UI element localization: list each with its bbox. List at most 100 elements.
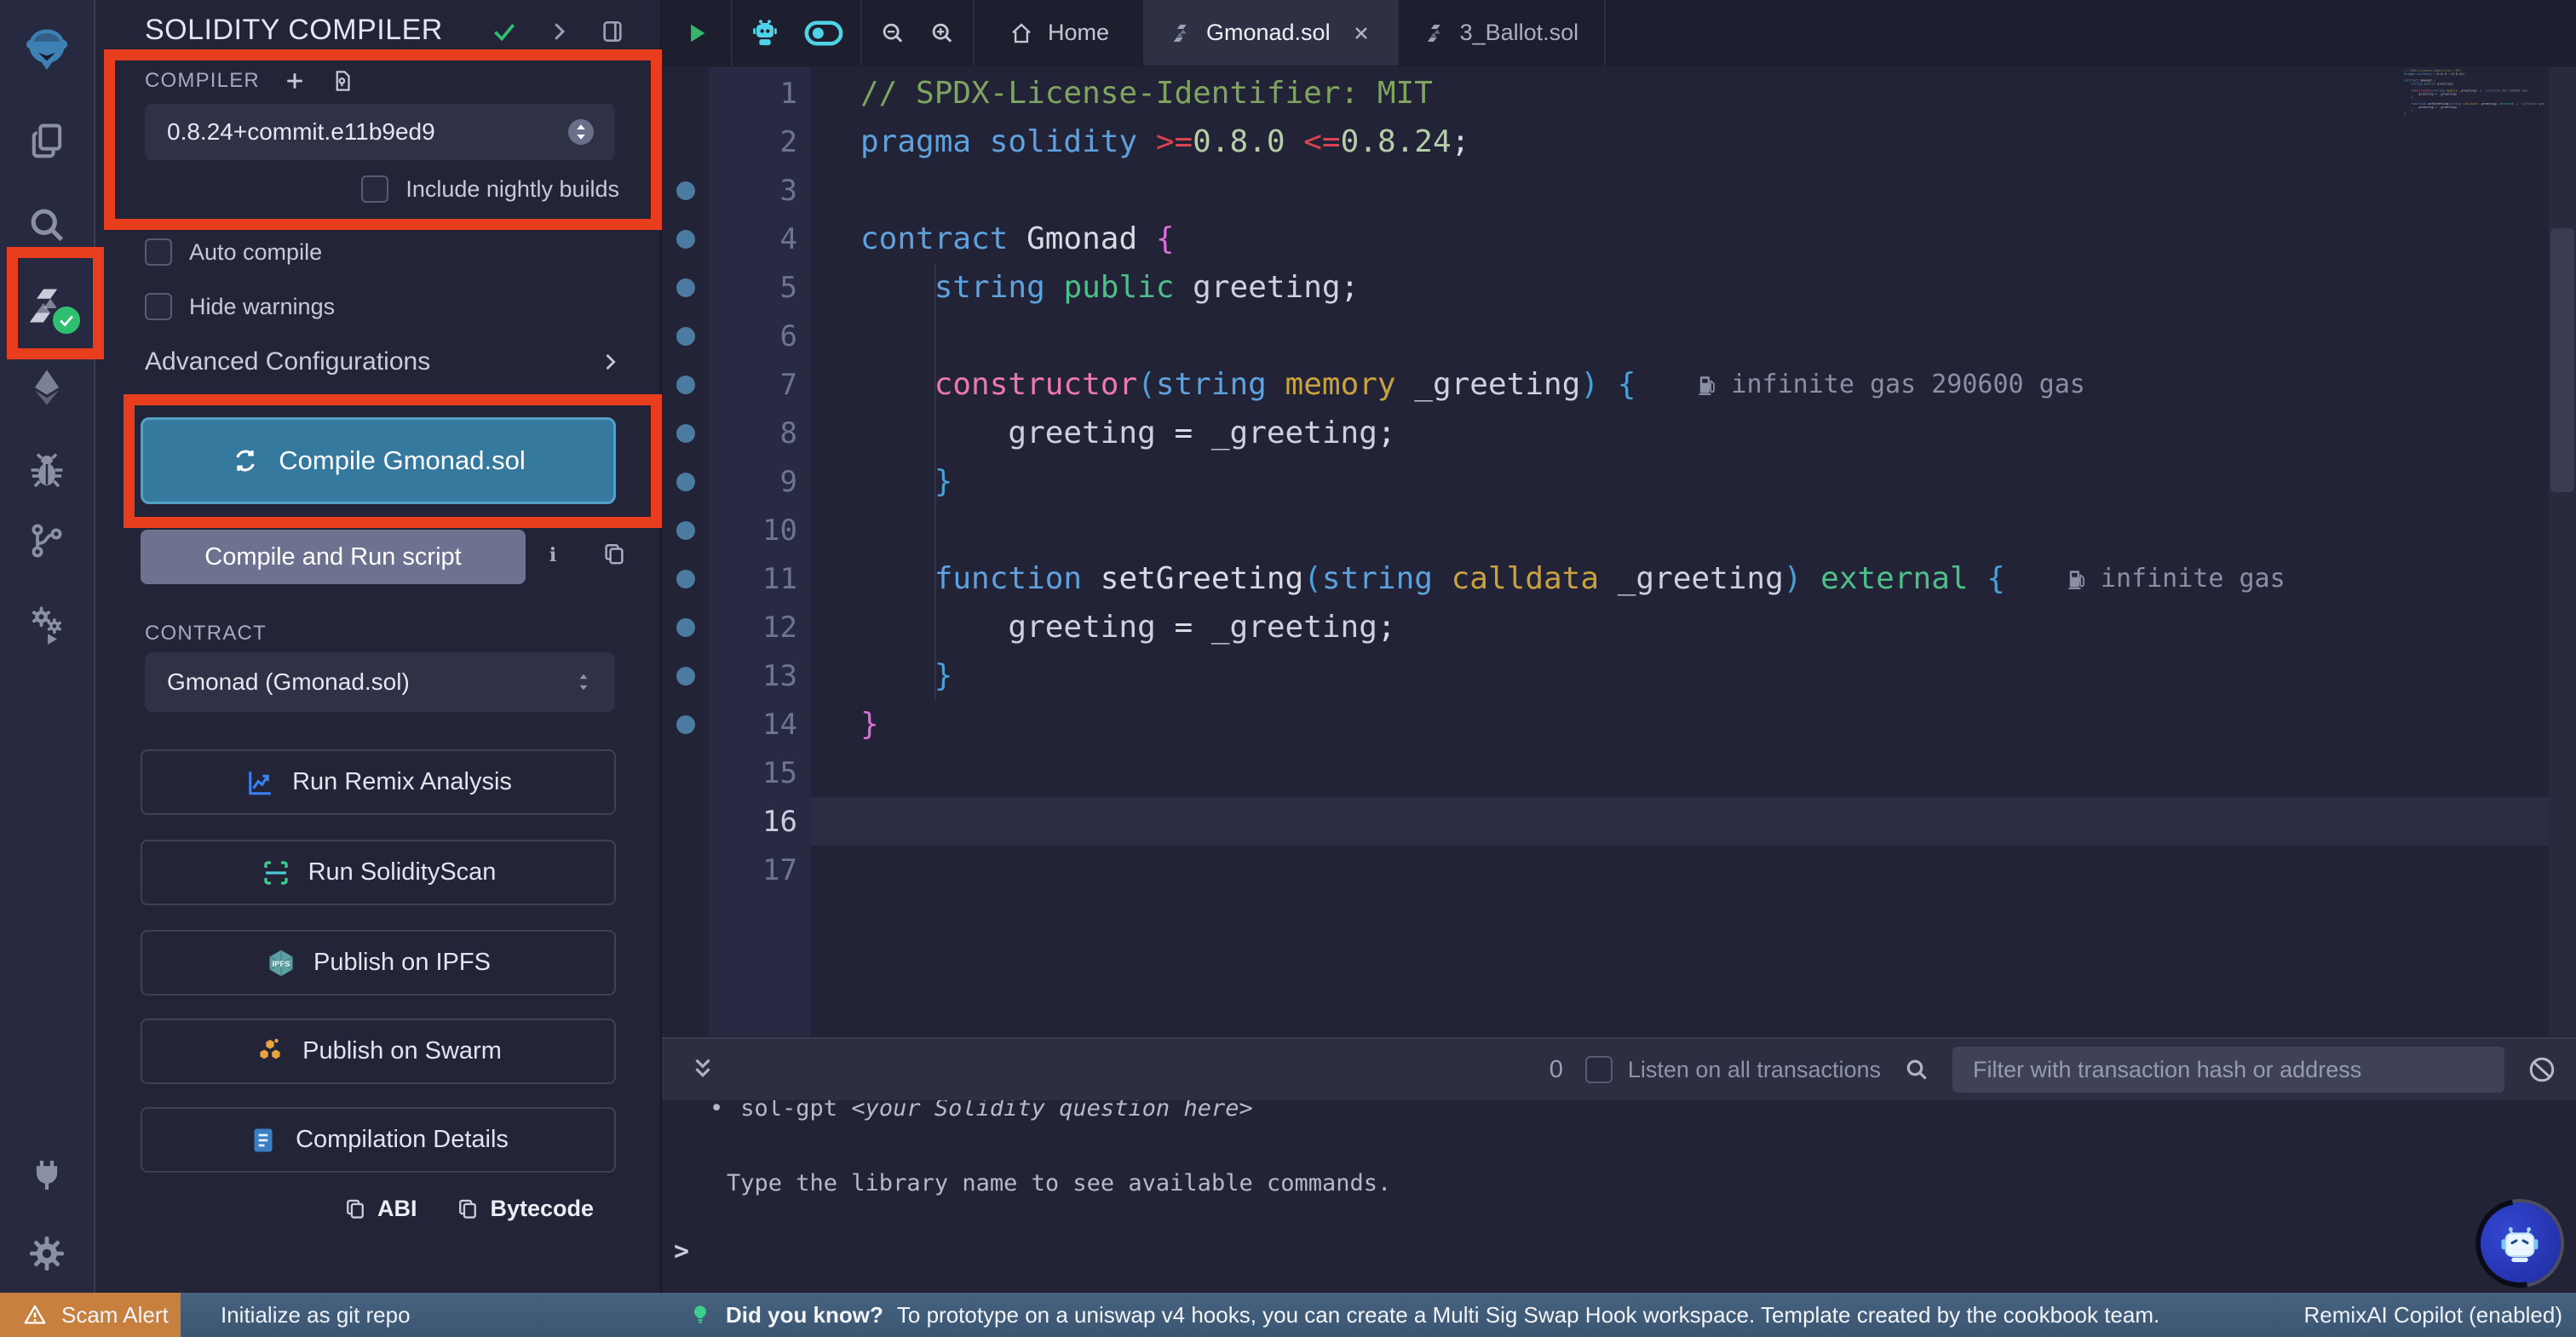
line-number: 11 — [709, 562, 811, 596]
terminal[interactable]: •sol-gpt <your Solidity question here> T… — [662, 1100, 2576, 1293]
listen-checkbox[interactable] — [1585, 1056, 1613, 1083]
hide-warnings-checkbox-row[interactable]: Hide warnings — [145, 293, 335, 320]
code-line-14[interactable]: 14} — [662, 700, 2576, 749]
code-line-6[interactable]: 6 — [662, 312, 2576, 360]
scrollbar-thumb[interactable] — [2550, 228, 2574, 492]
sidebar-item-script-runner[interactable] — [0, 583, 94, 665]
code-line-12[interactable]: 12 greeting = _greeting; — [662, 603, 2576, 651]
run-remix-analysis-button[interactable]: Run Remix Analysis — [141, 749, 616, 815]
gutter-dot — [662, 376, 709, 394]
sidebar-item-plugin-manager[interactable] — [0, 1135, 94, 1217]
copy-icon[interactable] — [601, 542, 627, 567]
clear-console-icon[interactable] — [2527, 1054, 2557, 1085]
sidebar-item-deploy-run[interactable] — [0, 347, 94, 428]
code-line-11[interactable]: 11 function setGreeting(string calldata … — [662, 554, 2576, 603]
code-line-9[interactable]: 9 } — [662, 457, 2576, 506]
line-number: 14 — [709, 708, 811, 742]
info-icon[interactable]: i — [540, 542, 566, 567]
run-solidityscan-button[interactable]: Run SolidityScan — [141, 840, 616, 905]
code-line-2[interactable]: 2pragma solidity >=0.8.0 <=0.8.24; — [662, 118, 2576, 166]
include-nightly-checkbox-row[interactable]: Include nightly builds — [361, 175, 619, 203]
zoom-in-icon[interactable] — [929, 20, 955, 46]
line-number: 17 — [709, 853, 811, 887]
run-script-button[interactable] — [662, 0, 733, 66]
abi-bytecode-row: ABI Bytecode — [343, 1196, 594, 1222]
terminal-prompt[interactable]: > — [674, 1237, 689, 1266]
close-icon[interactable] — [1351, 23, 1371, 43]
sidebar-item-debugger[interactable] — [0, 429, 94, 511]
gutter-dot — [662, 327, 709, 346]
minimap[interactable]: // SPDX-License-Identifier: MITpragma so… — [2404, 69, 2549, 273]
abi-label: ABI — [377, 1196, 417, 1222]
terminal-command-hint: <your Solidity question here> — [851, 1100, 1252, 1122]
listen-all-transactions[interactable]: Listen on all transactions — [1585, 1056, 1881, 1083]
svg-text:i: i — [549, 544, 557, 566]
sidebar-item-search[interactable] — [0, 184, 94, 266]
copilot-status[interactable]: RemixAI Copilot (enabled) — [2304, 1302, 2562, 1328]
code-line-10[interactable]: 10 — [662, 506, 2576, 554]
ethereum-icon — [25, 365, 69, 410]
compile-button[interactable]: Compile Gmonad.sol — [141, 417, 616, 504]
contract-select[interactable]: Gmonad (Gmonad.sol) — [145, 652, 615, 712]
git-init-button[interactable]: Initialize as git repo — [221, 1302, 411, 1328]
hide-warnings-checkbox[interactable] — [145, 293, 172, 320]
auto-compile-checkbox-row[interactable]: Auto compile — [145, 238, 322, 266]
publish-ipfs-button[interactable]: IPFS Publish on IPFS — [141, 930, 616, 996]
gas-estimate: infinite gas — [2065, 564, 2286, 594]
code-editor[interactable]: 1// SPDX-License-Identifier: MIT2pragma … — [662, 66, 2576, 1037]
transaction-filter-input[interactable] — [1952, 1047, 2504, 1093]
auto-compile-checkbox[interactable] — [145, 238, 172, 266]
publish-swarm-button[interactable]: Publish on Swarm — [141, 1019, 616, 1084]
ai-toggle-icon[interactable] — [802, 15, 845, 51]
sidebar-item-settings[interactable] — [0, 1213, 94, 1294]
terminal-search-icon[interactable] — [1903, 1056, 1930, 1083]
hide-warnings-label: Hide warnings — [189, 294, 335, 320]
action-label: Run Remix Analysis — [292, 768, 512, 796]
git-branch-icon — [26, 520, 67, 561]
sidebar-item-file-explorer[interactable] — [0, 100, 94, 182]
sidebar-item-solidity-compiler[interactable] — [0, 265, 94, 347]
svg-text:IPFS: IPFS — [273, 959, 290, 967]
code-line-4[interactable]: 4contract Gmonad { — [662, 215, 2576, 263]
tab-home[interactable]: Home — [975, 0, 1145, 66]
search-icon — [25, 203, 69, 247]
scam-alert-button[interactable]: Scam Alert — [0, 1293, 181, 1337]
ai-robot-icon[interactable] — [748, 16, 782, 50]
compile-run-helpers: i — [540, 542, 627, 567]
code-line-3[interactable]: 3 — [662, 166, 2576, 215]
sidebar-item-home[interactable] — [0, 9, 94, 90]
zoom-out-icon[interactable] — [880, 20, 906, 46]
add-compiler-icon[interactable] — [282, 68, 308, 94]
sidebar-item-git[interactable] — [0, 500, 94, 582]
include-nightly-label: Include nightly builds — [405, 176, 619, 203]
include-nightly-checkbox[interactable] — [361, 175, 388, 203]
compiler-version-select[interactable]: 0.8.24+commit.e11b9ed9 — [145, 104, 615, 160]
pin-panel-icon[interactable] — [599, 18, 626, 45]
chevrons-down-icon[interactable] — [687, 1054, 718, 1085]
line-number: 8 — [709, 416, 811, 450]
code-line-13[interactable]: 13 } — [662, 651, 2576, 700]
compile-and-run-button[interactable]: Compile and Run script — [141, 530, 526, 584]
copy-bytecode-button[interactable]: Bytecode — [456, 1196, 594, 1222]
advanced-configurations-toggle[interactable]: Advanced Configurations — [145, 347, 622, 376]
compilation-details-button[interactable]: Compilation Details — [141, 1107, 616, 1173]
code-line-1[interactable]: 1// SPDX-License-Identifier: MIT — [662, 69, 2576, 118]
code-line-15[interactable]: 15 — [662, 749, 2576, 797]
ai-toolbar-group — [733, 0, 862, 66]
code-line-7[interactable]: 7 constructor(string memory _greeting) {… — [662, 360, 2576, 409]
tab-3-ballot-sol[interactable]: 3_Ballot.sol — [1399, 0, 1607, 66]
gutter-dot — [662, 230, 709, 249]
tab-gmonad-sol[interactable]: Gmonad.sol — [1145, 0, 1399, 66]
compiler-file-icon[interactable] — [330, 68, 355, 94]
solidity-file-icon — [1424, 22, 1446, 44]
copy-abi-button[interactable]: ABI — [343, 1196, 417, 1222]
chevron-right-icon[interactable] — [546, 19, 572, 44]
line-number: 7 — [709, 368, 811, 402]
code-line-5[interactable]: 5 string public greeting; — [662, 263, 2576, 312]
remixai-assistant-button[interactable] — [2479, 1202, 2561, 1284]
code-line-8[interactable]: 8 greeting = _greeting; — [662, 409, 2576, 457]
lightbulb-icon — [688, 1303, 712, 1327]
code-line-16[interactable]: 16 — [662, 797, 2576, 846]
scrollbar-track[interactable] — [2549, 66, 2576, 1037]
code-line-17[interactable]: 17 — [662, 846, 2576, 894]
